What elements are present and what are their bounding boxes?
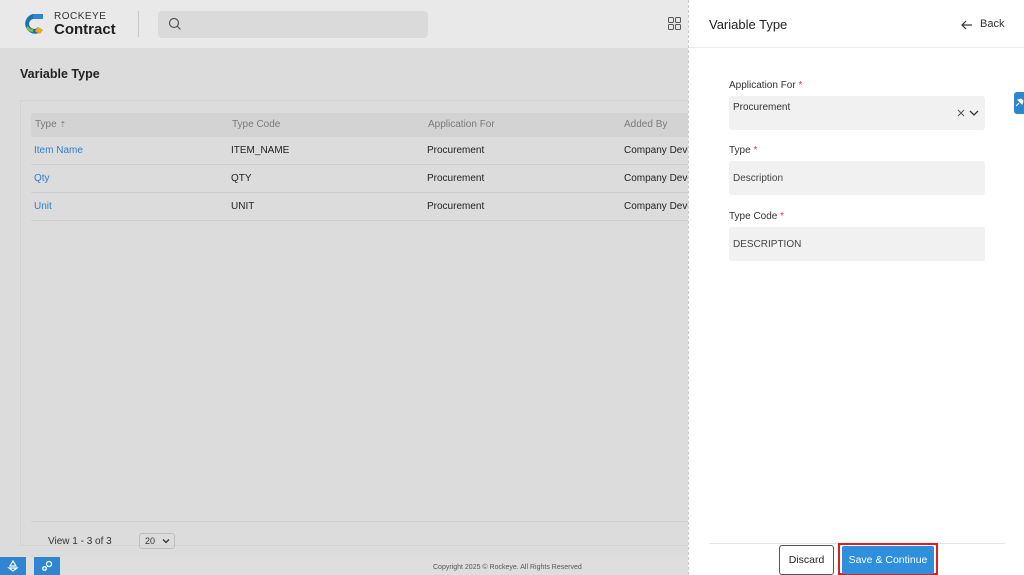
type-code-label: Type Code * <box>729 211 784 222</box>
page-title: Variable Type <box>20 67 100 81</box>
type-input-value: Description <box>733 173 784 184</box>
variable-type-drawer: Variable Type Back Application For * Pro… <box>688 0 1024 575</box>
apps-grid-icon[interactable] <box>668 17 681 30</box>
table-row[interactable]: Item Name ITEM_NAME Procurement Company … <box>31 137 693 165</box>
save-continue-button[interactable]: Save & Continue <box>842 546 934 574</box>
divider <box>689 47 1024 48</box>
cell-type-link[interactable]: Qty <box>34 173 50 184</box>
table-row[interactable]: Unit UNIT Procurement Company Deve <box>31 193 693 221</box>
type-label: Type * <box>729 145 757 156</box>
table-footer-divider <box>31 521 689 522</box>
type-code-input-value: DESCRIPTION <box>733 239 802 250</box>
application-for-label: Application For * <box>729 80 802 91</box>
column-header-label: Type <box>35 119 57 130</box>
copyright-text: Copyright 2025 © Rockeye. All Rights Res… <box>433 564 582 571</box>
page-size-select[interactable]: 20 <box>139 533 175 549</box>
back-arrow-icon <box>961 20 972 30</box>
sort-icon: ⇡ <box>59 120 67 129</box>
app-logo[interactable]: ROCKEYE Contract <box>20 10 120 38</box>
save-button-highlight: Save & Continue <box>838 543 938 575</box>
recycle-button[interactable] <box>0 557 26 575</box>
cell-type-code: QTY <box>231 173 252 184</box>
side-tab[interactable] <box>1014 92 1024 114</box>
cell-application-for: Procurement <box>427 201 485 212</box>
top-bar: ROCKEYE Contract <box>0 0 688 48</box>
table-row[interactable]: Qty QTY Procurement Company Deve <box>31 165 693 193</box>
label-text: Type <box>729 145 751 156</box>
divider <box>138 11 139 37</box>
logo-mark-icon <box>25 14 43 34</box>
label-text: Application For <box>729 80 796 91</box>
data-table: Type ⇡ Type Code Application For Added B… <box>20 100 693 549</box>
chevron-down-icon[interactable] <box>969 109 979 117</box>
clear-icon[interactable] <box>957 109 965 117</box>
cell-application-for: Procurement <box>427 173 485 184</box>
pin-icon <box>1015 98 1024 107</box>
brand-bottom-text: Contract <box>54 21 116 38</box>
cell-type-code: ITEM_NAME <box>231 145 290 156</box>
column-header-added-by[interactable]: Added By <box>624 119 667 130</box>
cell-type-link[interactable]: Unit <box>34 201 52 212</box>
table-header: Type ⇡ Type Code Application For Added B… <box>31 113 689 137</box>
cell-type-link[interactable]: Item Name <box>34 145 83 156</box>
search-icon <box>168 17 181 30</box>
required-mark: * <box>753 145 758 156</box>
column-header-application-for[interactable]: Application For <box>428 119 495 130</box>
required-mark: * <box>780 211 785 222</box>
type-code-input[interactable]: DESCRIPTION <box>729 227 985 261</box>
drawer-title: Variable Type <box>709 17 788 32</box>
column-header-type-code[interactable]: Type Code <box>232 119 280 130</box>
pagination-summary: View 1 - 3 of 3 <box>48 536 112 547</box>
cell-application-for: Procurement <box>427 145 485 156</box>
recycle-icon <box>7 560 19 572</box>
required-mark: * <box>798 80 803 91</box>
settings-icon <box>42 560 53 571</box>
page-size-value: 20 <box>145 536 156 546</box>
chevron-down-icon <box>162 539 170 544</box>
cell-added-by: Company Deve <box>624 201 693 212</box>
footer-bar <box>0 557 688 575</box>
discard-button[interactable]: Discard <box>779 545 834 575</box>
cell-added-by: Company Deve <box>624 173 693 184</box>
application-for-select[interactable]: Procurement <box>729 96 985 130</box>
back-label: Back <box>980 18 1005 30</box>
type-input[interactable]: Description <box>729 161 985 195</box>
search-input[interactable] <box>158 11 428 38</box>
cell-added-by: Company Deve <box>624 145 693 156</box>
label-text: Type Code <box>729 211 778 222</box>
settings-button[interactable] <box>34 557 60 575</box>
column-header-type[interactable]: Type ⇡ <box>35 119 66 130</box>
cell-type-code: UNIT <box>231 201 255 212</box>
application-for-value: Procurement <box>733 102 791 113</box>
